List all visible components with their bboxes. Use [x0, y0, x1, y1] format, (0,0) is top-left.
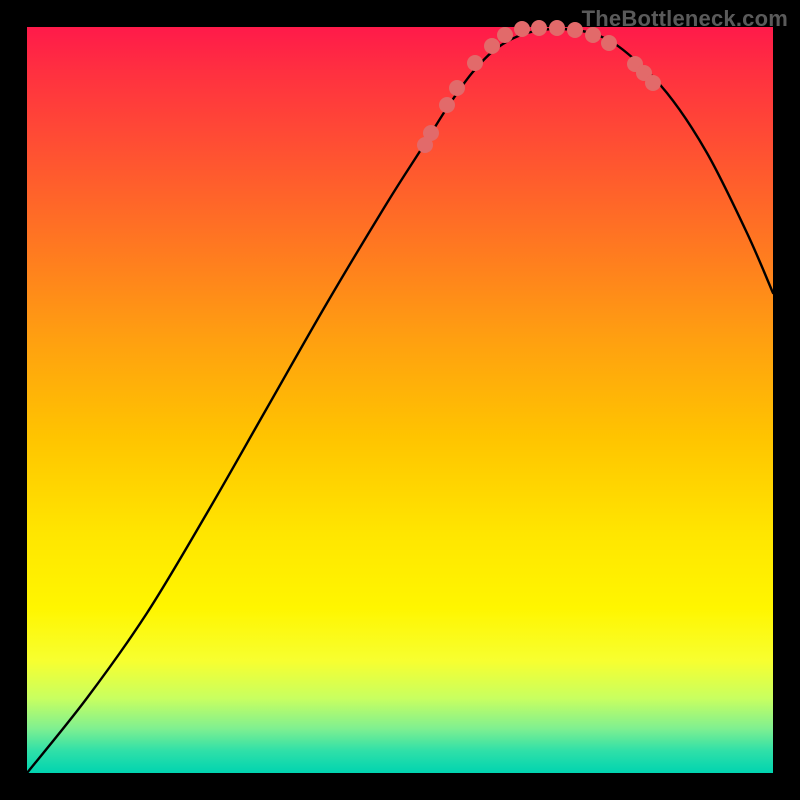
bottleneck-curve	[27, 29, 773, 773]
curve-markers	[417, 20, 661, 153]
curve-marker	[549, 20, 565, 36]
curve-marker	[484, 38, 500, 54]
curve-layer	[27, 27, 773, 773]
curve-marker	[439, 97, 455, 113]
curve-marker	[601, 35, 617, 51]
curve-marker	[423, 125, 439, 141]
curve-marker	[531, 20, 547, 36]
curve-marker	[645, 75, 661, 91]
curve-marker	[585, 27, 601, 43]
curve-marker	[567, 22, 583, 38]
curve-marker	[497, 27, 513, 43]
curve-marker	[514, 21, 530, 37]
curve-marker	[449, 80, 465, 96]
curve-marker	[467, 55, 483, 71]
